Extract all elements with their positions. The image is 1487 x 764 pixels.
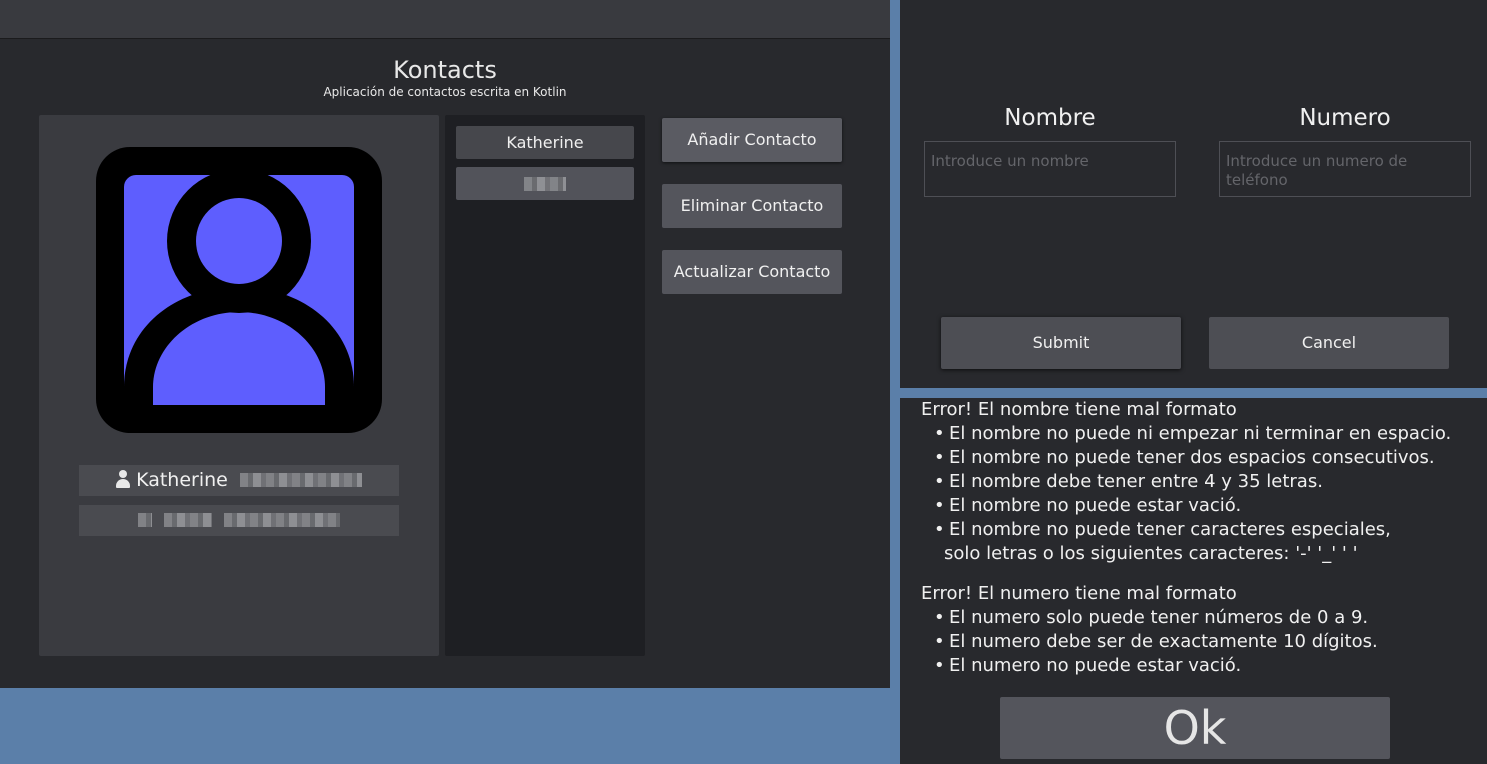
error-item-continuation: solo letras o los siguientes caracteres:…	[944, 543, 1358, 564]
contact-list[interactable]: Katherine	[445, 115, 645, 656]
main-window: Kontacts Aplicación de contactos escrita…	[0, 0, 890, 688]
redacted-surname	[239, 473, 362, 487]
number-error-list: • El numero solo puede tener números de 0…	[934, 606, 1484, 678]
contact-phone-row	[79, 505, 399, 536]
error-item: • El nombre no puede estar vació.	[934, 495, 1242, 516]
number-field-label: Numero	[1299, 105, 1391, 131]
number-error-title: Error! El numero tiene mal formato	[921, 583, 1237, 604]
redacted-phone-part	[164, 513, 212, 527]
delete-contact-button[interactable]: Eliminar Contacto	[662, 184, 842, 228]
name-input[interactable]	[924, 141, 1176, 197]
number-input[interactable]	[1219, 141, 1471, 197]
update-contact-button[interactable]: Actualizar Contacto	[662, 250, 842, 294]
error-item: • El nombre no puede tener dos espacios c…	[934, 447, 1435, 468]
contact-name: Katherine	[136, 469, 228, 491]
name-error-title: Error! El nombre tiene mal formato	[921, 399, 1237, 420]
name-error-list: • El nombre no puede ni empezar ni termin…	[934, 422, 1484, 566]
error-item: • El numero solo puede tener números de 0…	[934, 607, 1369, 628]
name-field-label: Nombre	[1004, 105, 1096, 131]
contact-list-item[interactable]: Katherine	[456, 126, 634, 159]
error-dialog: Error! El nombre tiene mal formato • El n…	[900, 398, 1487, 764]
contact-detail-card: Katherine	[39, 115, 439, 656]
error-item: • El nombre no puede ni empezar ni termin…	[934, 423, 1452, 444]
app-subtitle: Aplicación de contactos escrita en Kotli…	[323, 85, 567, 99]
redacted-phone-number	[224, 513, 341, 527]
person-avatar-icon	[96, 147, 382, 433]
contact-list-item[interactable]	[456, 167, 634, 200]
redacted-phone-prefix	[137, 513, 152, 527]
error-item: • El nombre no puede tener caracteres esp…	[934, 519, 1391, 540]
error-item: • El numero no puede estar vació.	[934, 655, 1242, 676]
error-item: • El nombre debe tener entre 4 y 35 letra…	[934, 471, 1323, 492]
submit-button[interactable]: Submit	[941, 317, 1181, 369]
contact-form-dialog: Nombre Numero Submit Cancel	[900, 0, 1487, 388]
ok-button[interactable]: Ok	[1000, 697, 1390, 759]
error-item: • El numero debe ser de exactamente 10 dí…	[934, 631, 1378, 652]
person-icon	[116, 470, 131, 488]
contact-name-row: Katherine	[79, 465, 399, 496]
app-title: Kontacts	[393, 56, 497, 84]
window-titlebar[interactable]	[0, 0, 890, 39]
redacted-contact-name	[524, 177, 566, 191]
cancel-button[interactable]: Cancel	[1209, 317, 1449, 369]
add-contact-button[interactable]: Añadir Contacto	[662, 118, 842, 162]
